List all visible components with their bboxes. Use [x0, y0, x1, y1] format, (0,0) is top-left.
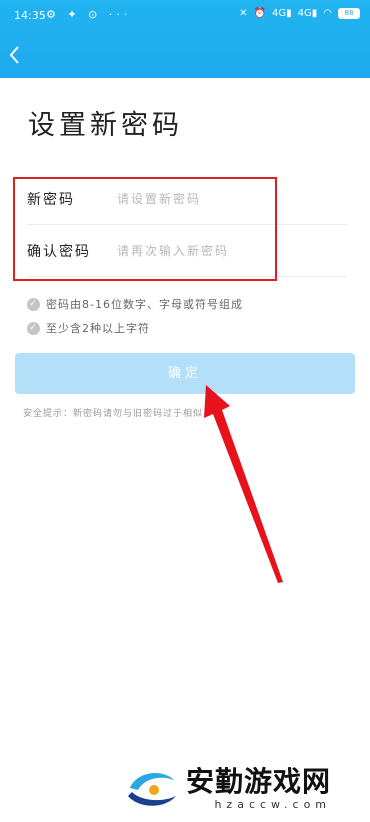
watermark: 安勤游戏网 hzaccw.com	[124, 766, 331, 812]
annotation-arrow-icon	[204, 385, 283, 583]
watermark-url: hzaccw.com	[214, 798, 332, 811]
watermark-logo-icon	[128, 773, 176, 806]
watermark-name: 安勤游戏网	[186, 765, 332, 798]
